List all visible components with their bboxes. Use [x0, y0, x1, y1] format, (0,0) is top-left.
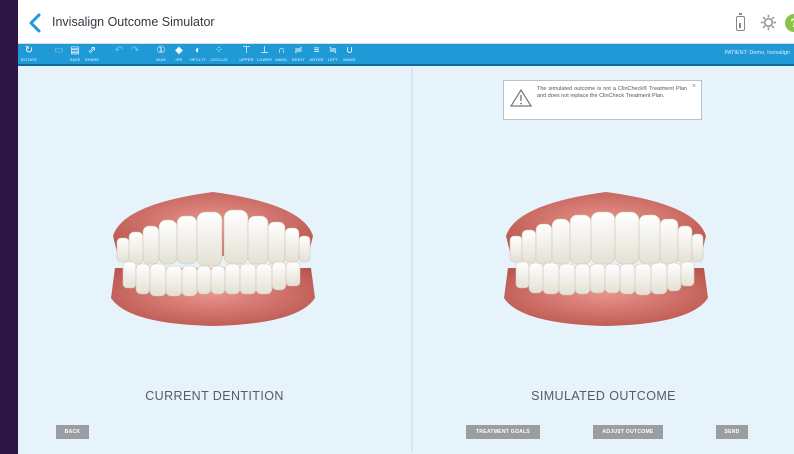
anterior-view-icon: ≡ [313, 45, 320, 56]
patient-label: PATIENT: Demo, Invisalign [724, 50, 790, 56]
rotate-icon: ↻ [24, 45, 34, 56]
current-dentition-title: CURRENT DENTITION [145, 389, 284, 403]
maxillary-icon: ∩ [277, 45, 286, 56]
maxillary-button[interactable]: ∩ MAXIL [274, 45, 289, 65]
back-button[interactable]: BACK [56, 425, 89, 439]
left-view-label: LEFT [327, 57, 339, 62]
folder-icon: ▭ [54, 45, 64, 56]
lower-jaw-label: LOWER [256, 57, 273, 62]
title-bar: Invisalign Outcome Simulator ? [18, 0, 794, 44]
simulated-outcome-panel: The simulated outcome is not a ClinCheck… [413, 68, 794, 452]
right-view-button[interactable]: ≓ RIGHT [291, 45, 306, 65]
save-button[interactable]: ▤ SAVE [68, 45, 82, 65]
rotate-label: ROTATE [20, 57, 38, 62]
warning-icon [510, 89, 532, 107]
numbering-label: NUM [156, 57, 166, 62]
current-dentition-panel: CURRENT DENTITION BACK [18, 68, 411, 452]
share-label: SHARE [84, 57, 100, 62]
back-chevron-icon[interactable] [26, 12, 44, 34]
opacity-label: OPCLTY [189, 57, 207, 62]
rotate-button[interactable]: ↻ ROTATE [20, 45, 38, 65]
app-window: Invisalign Outcome Simulator ? ↻ ROTATE … [18, 0, 794, 454]
gear-icon[interactable] [760, 14, 777, 31]
send-button[interactable]: SEND [716, 425, 748, 439]
ipr-button[interactable]: ◆ IPR [173, 45, 185, 65]
upper-jaw-button[interactable]: ⊤ UPPER [238, 45, 255, 65]
maxillary-label: MAXIL [275, 57, 288, 62]
anterior-view-label: ANTER [309, 57, 324, 62]
app-title: Invisalign Outcome Simulator [52, 15, 215, 29]
disclaimer-text: The simulated outcome is not a ClinCheck… [537, 86, 687, 99]
mandibular-label: MAND [343, 57, 356, 62]
simulated-outcome-title: SIMULATED OUTCOME [531, 389, 676, 403]
numbering-icon: ① [156, 45, 166, 56]
disclaimer-notice: The simulated outcome is not a ClinCheck… [503, 80, 702, 120]
left-view-icon: ≒ [328, 45, 338, 56]
opacity-button[interactable]: ◐ OPCLTY [188, 45, 208, 65]
opacity-icon: ◐ [194, 45, 202, 56]
upper-jaw-label: UPPER [239, 57, 254, 62]
occlusion-icon: ⁘ [214, 45, 224, 56]
numbering-button[interactable]: ① NUM [154, 45, 168, 65]
help-icon[interactable]: ? [785, 14, 794, 32]
share-icon: ⇗ [87, 45, 97, 56]
save-icon: ▤ [70, 45, 80, 56]
mandibular-icon: ∪ [345, 45, 354, 56]
right-view-icon: ≓ [294, 45, 303, 56]
save-label: SAVE [69, 57, 81, 62]
left-view-button[interactable]: ≒ LEFT [326, 45, 340, 65]
redo-icon: ↷ [130, 45, 140, 56]
lower-jaw-button[interactable]: ⊥ LOWER [256, 45, 273, 65]
occlusion-button[interactable]: ⁘ OCCLUS [209, 45, 229, 65]
anterior-view-button[interactable]: ≡ ANTER [309, 45, 324, 65]
adjust-outcome-button[interactable]: ADJUST OUTCOME [593, 425, 663, 439]
occlusion-label: OCCLUS [210, 57, 228, 62]
ipr-label: IPR [175, 57, 183, 62]
folder-button[interactable]: ▭ [52, 45, 66, 65]
treatment-goals-button[interactable]: TREATMENT GOALS [466, 425, 540, 439]
mandibular-button[interactable]: ∪ MAND [342, 45, 357, 65]
undo-button[interactable]: ↶ [112, 45, 126, 65]
close-icon[interactable]: × [692, 83, 696, 90]
simulated-outcome-model[interactable] [496, 186, 716, 328]
right-view-label: RIGHT [292, 57, 305, 62]
undo-icon: ↶ [114, 45, 124, 56]
current-dentition-model[interactable] [103, 186, 323, 328]
toolbar: ↻ ROTATE ▭ ▤ SAVE ⇗ SHARE ↶ ↷ ① NUM ◆ IP… [18, 44, 794, 66]
redo-button[interactable]: ↷ [128, 45, 142, 65]
upper-jaw-icon: ⊤ [242, 45, 251, 56]
lower-jaw-icon: ⊥ [260, 45, 269, 56]
battery-icon [736, 13, 745, 31]
ipr-icon: ◆ [175, 45, 183, 56]
share-button[interactable]: ⇗ SHARE [84, 45, 100, 65]
